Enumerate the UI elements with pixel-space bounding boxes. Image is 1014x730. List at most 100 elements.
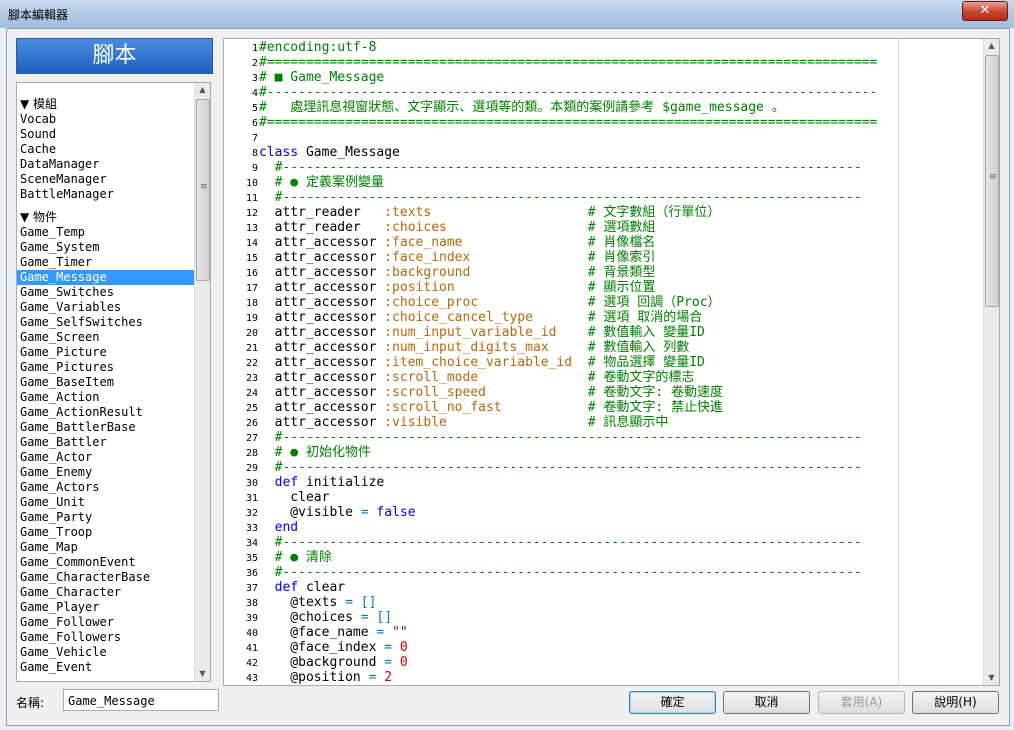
editor-scroll-up-icon[interactable]: ▲	[984, 39, 999, 53]
category-header[interactable]: ▼ 物件	[17, 210, 210, 225]
script-item[interactable]: Game_Action	[17, 390, 210, 405]
script-item[interactable]: Game_Vehicle	[17, 645, 210, 660]
script-item[interactable]: Game_Enemy	[17, 465, 210, 480]
script-item[interactable]: Game_Temp	[17, 225, 210, 240]
editor-scrollbar[interactable]: ▲ ≡ ▼	[983, 39, 999, 685]
script-item[interactable]: Game_Character	[17, 585, 210, 600]
code-token: :face_index	[384, 250, 471, 265]
code-line: 11 #------------------------------------…	[224, 190, 899, 205]
line-number: 14	[245, 238, 258, 249]
close-button[interactable]: ✕	[962, 1, 1008, 21]
line-number: 40	[245, 628, 258, 639]
code-token: # 背景類型	[587, 265, 656, 280]
script-item[interactable]: Game_Event	[17, 660, 210, 675]
apply-button[interactable]: 套用(A)	[818, 691, 905, 714]
name-field[interactable]: Game_Message	[63, 689, 219, 711]
script-item[interactable]: Game_Actors	[17, 480, 210, 495]
editor-scroll-thumb[interactable]: ≡	[985, 55, 999, 307]
script-item[interactable]: DataManager	[17, 157, 210, 172]
script-item[interactable]: Game_Picture	[17, 345, 210, 360]
code-token: @visible	[259, 505, 361, 520]
help-button[interactable]: 說明(H)	[912, 691, 999, 714]
script-item[interactable]: Game_BaseItem	[17, 375, 210, 390]
line-number: 34	[245, 538, 258, 549]
line-number: 21	[245, 343, 258, 354]
scroll-down-arrow-icon[interactable]: ▼	[195, 667, 210, 681]
code-token: :choices	[384, 220, 447, 235]
script-item[interactable]: Game_Timer	[17, 255, 210, 270]
code-token: clear	[298, 580, 346, 595]
code-token: # ■ Game_Message	[259, 70, 385, 85]
script-item[interactable]: Game_CharacterBase	[17, 570, 210, 585]
line-number: 38	[245, 598, 258, 609]
cancel-button[interactable]: 取消	[723, 691, 810, 714]
line-number: 11	[245, 193, 258, 204]
script-item[interactable]: Game_Follower	[17, 615, 210, 630]
code-line: 32 @visible = false	[224, 505, 899, 520]
code-editor[interactable]: 1#encoding:utf-8 2#======================…	[223, 38, 1000, 686]
code-text: #---------------------------------------…	[259, 460, 899, 475]
code-line: 3# ■ Game_Message	[224, 70, 899, 85]
script-item[interactable]: Game_Message	[17, 270, 210, 285]
code-token: #encoding:utf-8	[259, 40, 377, 55]
ok-button[interactable]: 確定	[629, 691, 716, 714]
code-token: :visible	[384, 415, 447, 430]
code-token: :scroll_no_fast	[384, 400, 502, 415]
code-token: attr_accessor	[259, 355, 385, 370]
script-item[interactable]: Game_Party	[17, 510, 210, 525]
line-number: 10	[245, 178, 258, 189]
script-item[interactable]: Game_Followers	[17, 630, 210, 645]
code-line: 2#======================================…	[224, 55, 899, 70]
code-token: # 數值輸入 列數	[587, 340, 690, 355]
code-token: =	[384, 640, 393, 655]
script-item[interactable]: Game_BattlerBase	[17, 420, 210, 435]
script-item[interactable]: Game_ActionResult	[17, 405, 210, 420]
editor-scroll-down-icon[interactable]: ▼	[984, 671, 999, 685]
code-text: # 處理訊息視窗狀態、文字顯示、選項等的類。本類的案例請參考 $game_mes…	[259, 100, 899, 115]
code-token: attr_reader	[259, 220, 385, 235]
code-line: 1#encoding:utf-8	[224, 40, 899, 55]
script-item[interactable]: Game_Battler	[17, 435, 210, 450]
script-item[interactable]: Game_Unit	[17, 495, 210, 510]
script-item[interactable]: Game_SelfSwitches	[17, 315, 210, 330]
code-line: 7	[224, 130, 899, 145]
code-line: 9 #-------------------------------------…	[224, 160, 899, 175]
script-list-scrollbar[interactable]: ▲ ≡ ▼	[194, 83, 210, 681]
scroll-up-arrow-icon[interactable]: ▲	[195, 83, 210, 97]
code-token: end	[274, 520, 299, 535]
code-token: attr_accessor	[259, 280, 385, 295]
script-item[interactable]: Game_CommonEvent	[17, 555, 210, 570]
code-text: attr_accessor :background # 背景類型	[259, 265, 899, 280]
line-number: 27	[245, 433, 258, 444]
scroll-thumb[interactable]: ≡	[196, 99, 210, 281]
category-header[interactable]: ▼ 模組	[17, 97, 210, 112]
script-item[interactable]: Game_Player	[17, 600, 210, 615]
window-title: 腳本編輯器	[8, 8, 69, 22]
script-item[interactable]: Game_Variables	[17, 300, 210, 315]
script-item[interactable]: Sound	[17, 127, 210, 142]
script-item[interactable]: Game_Map	[17, 540, 210, 555]
code-token: attr_accessor	[259, 265, 385, 280]
script-item[interactable]: Game_Actor	[17, 450, 210, 465]
title-bar: 腳本編輯器 ✕	[0, 0, 1014, 28]
line-number: 28	[245, 448, 258, 459]
script-item[interactable]: Vocab	[17, 112, 210, 127]
script-item[interactable]: BattleManager	[17, 187, 210, 202]
code-text: def clear	[259, 580, 899, 595]
script-item[interactable]: Game_Switches	[17, 285, 210, 300]
code-text: attr_accessor :item_choice_variable_id #…	[259, 355, 899, 370]
script-item[interactable]: Game_System	[17, 240, 210, 255]
script-item[interactable]: Game_Screen	[17, 330, 210, 345]
script-item[interactable]: SceneManager	[17, 172, 210, 187]
code-token: false	[376, 505, 416, 520]
script-item[interactable]: Game_Troop	[17, 525, 210, 540]
script-list[interactable]: ▼ 模組 Vocab Sound Cache DataManager SceneManag…	[16, 82, 211, 682]
script-item[interactable]: Game_Pictures	[17, 360, 210, 375]
code-text: #---------------------------------------…	[259, 160, 899, 175]
script-item[interactable]: Cache	[17, 142, 210, 157]
code-token: attr_accessor	[259, 385, 385, 400]
